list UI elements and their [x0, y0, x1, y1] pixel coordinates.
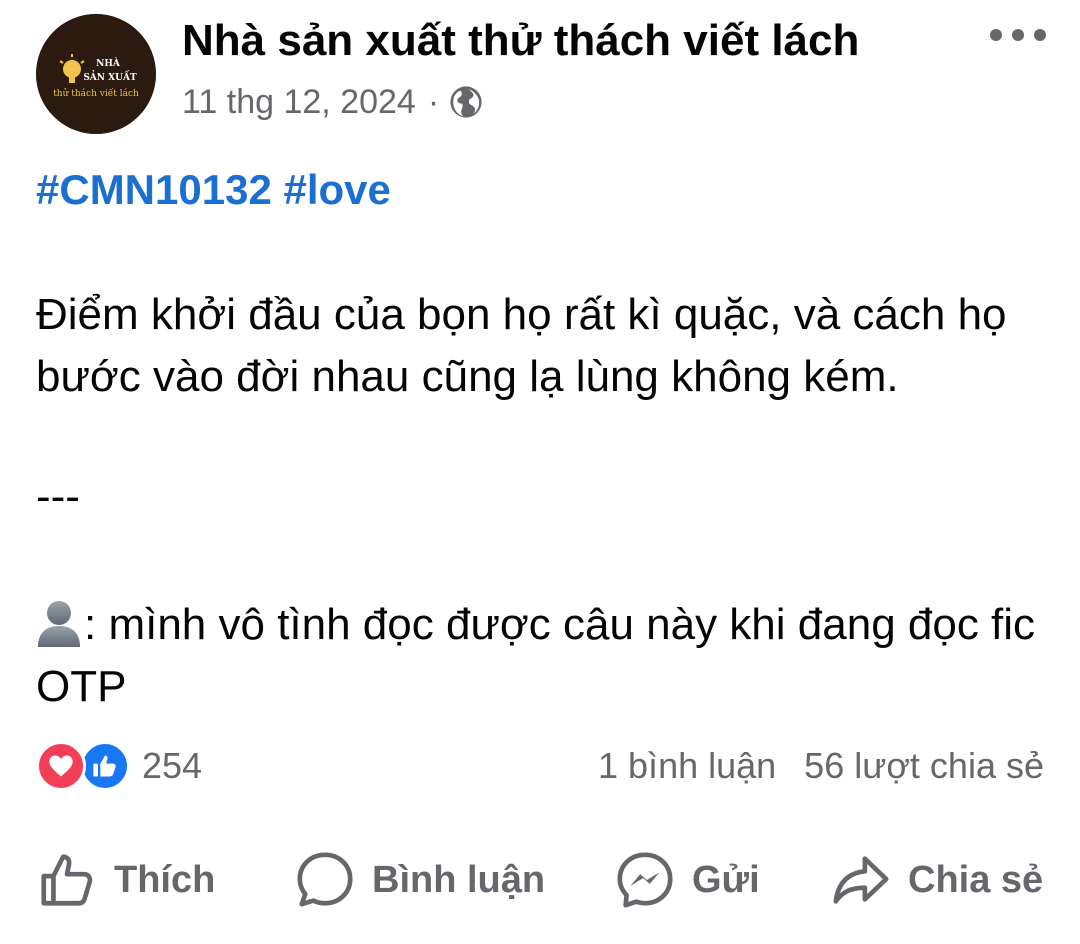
hashtag-cmn10132[interactable]: #CMN10132 [36, 166, 272, 213]
dot-3 [1034, 29, 1046, 41]
more-options-icon[interactable] [990, 22, 1050, 48]
like-button[interactable]: Thích [36, 840, 215, 920]
hashtag-love[interactable]: #love [283, 166, 390, 213]
share-button[interactable]: Chia sẻ [830, 840, 1043, 920]
share-count-link[interactable]: 56 lượt chia sẻ [804, 745, 1044, 787]
post-paragraph-3: : mình vô tình đọc được câu này khi đang… [36, 594, 1046, 718]
share-arrow-icon [833, 856, 889, 904]
post-meta: 11 thg 12, 2024 · [182, 80, 483, 124]
share-label: Chia sẻ [908, 858, 1044, 901]
dot-2 [1012, 29, 1024, 41]
send-button[interactable]: Gửi [614, 840, 760, 920]
page-avatar[interactable]: NHÀ SẢN XUẤT thử thách viết lách [36, 14, 156, 134]
person-silhouette-icon [38, 601, 80, 647]
reaction-summary[interactable]: 254 [36, 740, 202, 792]
post-divider: --- [36, 472, 80, 521]
comment-count-link[interactable]: 1 bình luận [598, 745, 776, 787]
facebook-post: NHÀ SẢN XUẤT thử thách viết lách Nhà sản… [0, 0, 1080, 944]
post-date[interactable]: 11 thg 12, 2024 [182, 83, 416, 122]
comment-button[interactable]: Bình luận [294, 840, 545, 920]
action-bar: Thích Bình luận Gửi Chia sẻ [0, 840, 1080, 920]
reaction-count: 254 [142, 745, 203, 786]
comment-label: Bình luận [372, 858, 546, 901]
dot-1 [990, 29, 1002, 41]
love-icon [36, 741, 86, 791]
thumbs-up-outline-icon [41, 854, 93, 906]
page-name-link[interactable]: Nhà sản xuất thử thách viết lách [182, 12, 859, 70]
page-logo: NHÀ SẢN XUẤT thử thách viết lách [36, 14, 156, 134]
comment-bubble-icon [297, 852, 353, 907]
heart-icon [49, 755, 73, 777]
svg-text:thử thách viết lách: thử thách viết lách [53, 88, 139, 99]
send-label: Gửi [692, 858, 760, 901]
thumbs-up-icon [93, 755, 116, 777]
svg-text:NHÀ: NHÀ [96, 57, 121, 69]
like-label: Thích [114, 858, 216, 901]
hashtags: #CMN10132 #love [36, 162, 391, 218]
like-icon [80, 741, 130, 791]
post-paragraph-1: Điểm khởi đầu của bọn họ rất kì quặc, và… [36, 290, 1007, 401]
messenger-icon [617, 852, 673, 908]
meta-separator: · [427, 82, 440, 121]
engagement-stats: 1 bình luận 56 lượt chia sẻ [598, 742, 1044, 790]
globe-icon[interactable] [449, 85, 483, 119]
paragraph-3-text: : mình vô tình đọc được câu này khi đang… [36, 600, 1036, 711]
